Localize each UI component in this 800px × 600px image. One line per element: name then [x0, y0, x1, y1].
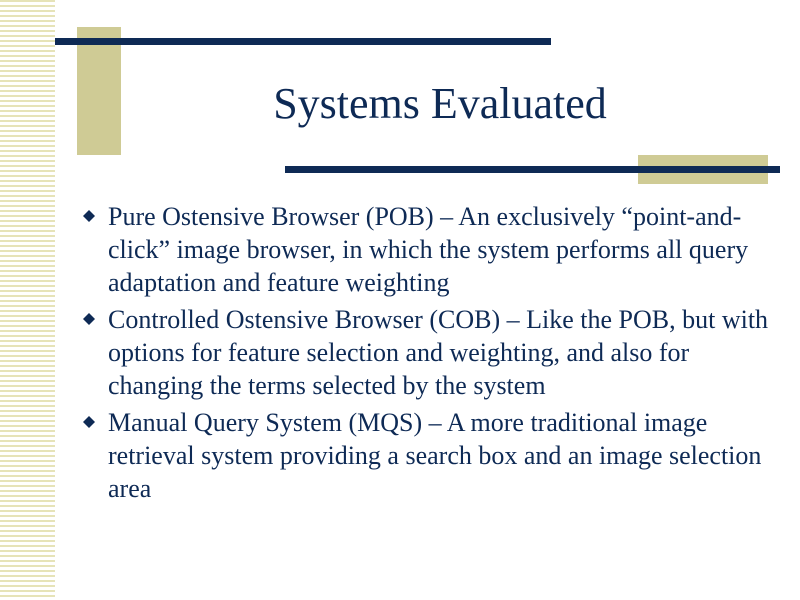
bullet-list: Pure Ostensive Browser (POB) – An exclus… [80, 200, 770, 509]
bullet-text: Manual Query System (MQS) – A more tradi… [108, 408, 762, 503]
bullet-item-mqs: Manual Query System (MQS) – A more tradi… [80, 406, 770, 505]
striped-margin [0, 0, 55, 600]
bullet-text: Controlled Ostensive Browser (COB) – Lik… [108, 305, 769, 400]
slide: Systems Evaluated Pure Ostensive Browser… [0, 0, 800, 600]
diamond-bullet-icon [83, 416, 95, 428]
bullet-item-cob: Controlled Ostensive Browser (COB) – Lik… [80, 303, 770, 402]
diamond-bullet-icon [83, 313, 95, 325]
bullet-item-pob: Pure Ostensive Browser (POB) – An exclus… [80, 200, 770, 299]
title-rule-top [55, 38, 551, 45]
slide-title: Systems Evaluated [273, 79, 607, 128]
bullet-text: Pure Ostensive Browser (POB) – An exclus… [108, 202, 749, 297]
title-rule-bottom [285, 166, 780, 173]
diamond-bullet-icon [83, 210, 95, 222]
accent-block-top [77, 27, 121, 155]
